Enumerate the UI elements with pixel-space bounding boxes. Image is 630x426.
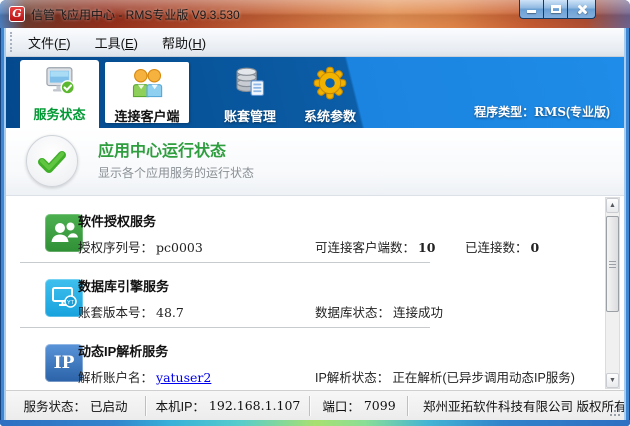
menu-file-post: ): [66, 36, 70, 51]
scrollbar-grip: [609, 261, 616, 269]
row-divider: [20, 327, 430, 328]
resize-grip[interactable]: [610, 406, 622, 418]
page-title: 应用中心运行状态: [98, 137, 226, 161]
status-label: 服务状态：: [23, 396, 86, 415]
menu-bar: 文件(F) 工具(E) 帮助(H): [6, 28, 624, 57]
service-row-database: YT 数据库引擎服务 账套版本号：48.7 数据库状态：连接成功: [6, 271, 604, 329]
status-local-ip: 本机IP： 192.168.1.107: [147, 396, 309, 415]
menu-grip-handle[interactable]: [10, 32, 13, 52]
content-panel: 应用中心运行状态 显示各个应用服务的运行状态 软件授权服务 授权序列号：pc00…: [6, 128, 624, 390]
users-icon: [105, 65, 189, 103]
menu-help[interactable]: 帮助(H): [153, 29, 215, 56]
window-title: 信管飞应用中心 - RMS专业版 V9.3.530: [31, 6, 240, 23]
menu-file-label: 文件(: [28, 36, 58, 51]
field-resolve-account: 解析账户名：yatuser2: [78, 367, 211, 386]
scrollbar-thumb[interactable]: [606, 216, 619, 312]
field-license-serial: 授权序列号：pc0003: [78, 237, 203, 256]
application-window: G 信管飞应用中心 - RMS专业版 V9.3.530 文件(F) 工具(E) …: [0, 0, 630, 426]
scroll-down-icon[interactable]: ▼: [606, 373, 619, 388]
field-value: 连接成功: [393, 306, 443, 320]
field-label: IP解析状态：: [315, 371, 389, 385]
field-label: 解析账户名：: [78, 371, 153, 385]
status-label: 端口：: [322, 396, 360, 415]
menu-file[interactable]: 文件(F): [19, 29, 80, 56]
field-max-clients: 可连接客户端数：10: [315, 237, 435, 256]
tab-account-management-label: 账套管理: [206, 106, 294, 125]
service-row-dynamic-ip: IP 动态IP解析服务 解析账户名：yatuser2 IP解析状态：正在解析(已…: [6, 336, 604, 390]
menu-tools-post: ): [134, 36, 138, 51]
field-account-version: 账套版本号：48.7: [78, 302, 184, 321]
window-border-right: [624, 28, 630, 420]
row-divider: [20, 262, 430, 263]
status-bar: 服务状态：已启动 本机IP： 192.168.1.107 端口： 7099 郑州亚拓…: [6, 390, 624, 420]
tab-strip: 服务状态 连接客户端: [6, 57, 624, 128]
service-title: 数据库引擎服务: [78, 276, 169, 295]
maximize-icon: [551, 5, 561, 13]
program-type-value-en: RMS: [534, 105, 566, 119]
field-label: 数据库状态：: [315, 306, 390, 320]
close-button[interactable]: [567, 0, 596, 19]
field-value: 10: [418, 240, 435, 255]
field-value: pc0003: [156, 240, 203, 255]
service-fields: 账套版本号：48.7 数据库状态：连接成功: [6, 302, 604, 319]
service-title: 动态IP解析服务: [78, 341, 168, 360]
status-check-icon: [26, 135, 78, 187]
program-type-value-zh: (专业版): [566, 105, 610, 119]
company-copyright: 郑州亚拓软件科技有限公司 版权所有: [423, 396, 624, 415]
field-label: 账套版本号：: [78, 306, 153, 320]
field-value: 48.7: [156, 305, 184, 320]
program-type-label: 程序类型：: [474, 105, 534, 119]
service-fields: 授权序列号：pc0003 可连接客户端数：10 已连接数：0: [6, 237, 604, 254]
menu-help-key: H: [192, 36, 201, 51]
menu-tools[interactable]: 工具(E): [86, 29, 147, 56]
close-icon: [576, 4, 587, 15]
status-service-state: 服务状态：已启动: [6, 396, 145, 415]
service-fields: 解析账户名：yatuser2 IP解析状态：正在解析(已异步调用动态IP服务): [6, 367, 604, 384]
tab-connect-clients-label: 连接客户端: [105, 106, 189, 125]
title-bar[interactable]: G 信管飞应用中心 - RMS专业版 V9.3.530: [0, 0, 630, 28]
tab-connect-clients[interactable]: 连接客户端: [105, 62, 189, 123]
field-label: 可连接客户端数：: [315, 241, 415, 255]
minimize-icon: [527, 10, 536, 13]
menu-tools-label: 工具(: [95, 36, 125, 51]
minimize-button[interactable]: [519, 0, 544, 19]
tab-system-parameters-label: 系统参数: [288, 106, 372, 125]
tab-system-parameters[interactable]: 系统参数: [288, 62, 372, 123]
tab-service-status[interactable]: 服务状态: [20, 60, 99, 128]
tab-service-status-label: 服务状态: [20, 104, 99, 123]
field-value: 正在解析(已异步调用动态IP服务): [392, 371, 575, 385]
menu-help-post: ): [202, 36, 206, 51]
service-row-license: 软件授权服务 授权序列号：pc0003 可连接客户端数：10 已连接数：0: [6, 206, 604, 264]
status-label: 本机IP：: [156, 396, 205, 415]
status-port: 端口： 7099: [311, 396, 407, 415]
status-company: 郑州亚拓软件科技有限公司 版权所有: [409, 396, 624, 415]
tab-account-management[interactable]: 账套管理: [206, 62, 294, 123]
scroll-up-icon[interactable]: ▲: [606, 198, 619, 213]
program-type: 程序类型：RMS(专业版): [474, 103, 610, 120]
window-border-bottom: [0, 420, 630, 426]
page-subtitle: 显示各个应用服务的运行状态: [98, 164, 254, 181]
field-label: 已连接数：: [465, 241, 528, 255]
window-frame: G 信管飞应用中心 - RMS专业版 V9.3.530 文件(F) 工具(E) …: [0, 0, 630, 426]
status-value: 192.168.1.107: [209, 398, 300, 413]
monitor-check-icon: [20, 63, 99, 101]
field-ip-status: IP解析状态：正在解析(已异步调用动态IP服务): [315, 367, 575, 386]
window-controls: [520, 0, 596, 19]
gear-icon: [288, 65, 372, 103]
vertical-scrollbar[interactable]: ▲ ▼: [605, 197, 620, 389]
menu-help-label: 帮助(: [162, 36, 192, 51]
status-header: 应用中心运行状态 显示各个应用服务的运行状态: [6, 128, 624, 196]
field-db-status: 数据库状态：连接成功: [315, 302, 443, 321]
database-icon: [206, 65, 294, 103]
maximize-button[interactable]: [543, 0, 568, 19]
resolve-account-link[interactable]: yatuser2: [156, 370, 211, 385]
service-title: 软件授权服务: [78, 211, 156, 230]
status-value: 7099: [364, 398, 396, 413]
field-value: 0: [531, 240, 540, 255]
field-label: 授权序列号：: [78, 241, 153, 255]
status-value: 已启动: [90, 396, 128, 415]
app-icon: G: [9, 6, 25, 22]
field-connected-count: 已连接数：0: [465, 237, 539, 256]
menu-tools-key: E: [125, 36, 134, 51]
